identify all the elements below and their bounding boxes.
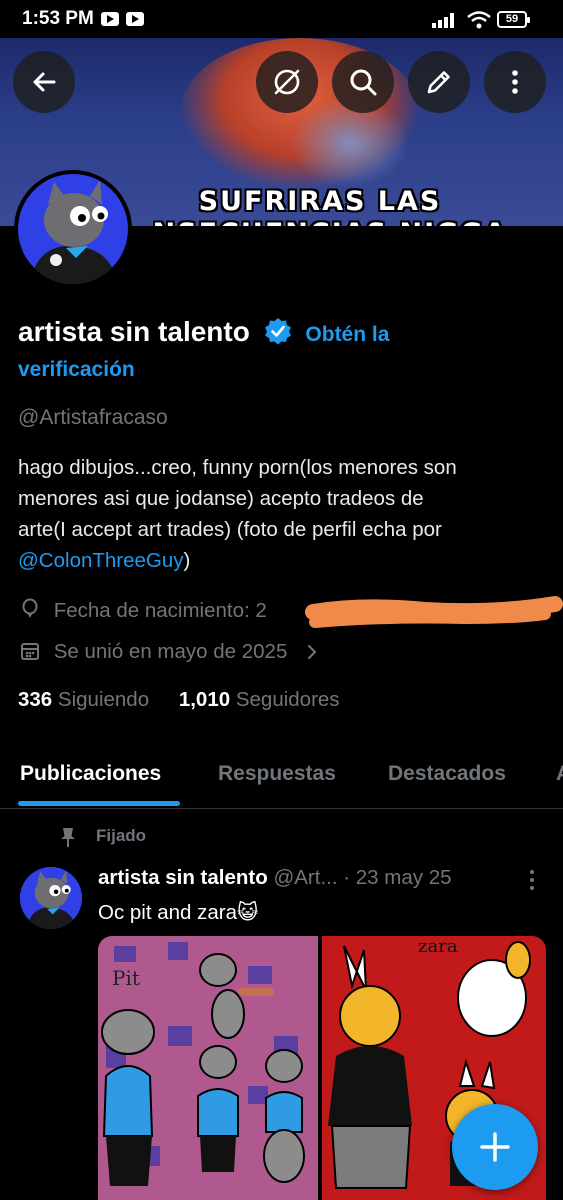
bio-line: arte(I accept art trades) (foto de perfi…: [18, 518, 442, 541]
cat-character-avatar: [32, 180, 116, 284]
post-text: Oc pit and zara😺: [98, 901, 259, 924]
status-bar: 1:53 PM 59: [0, 0, 563, 38]
followers-label: Seguidores: [235, 688, 340, 711]
profile-name-row: artista sin talento Obtén la: [18, 316, 389, 348]
verified-badge-icon: [264, 318, 291, 345]
youtube-notification-icon: [126, 12, 144, 26]
post-header: artista sin talento @Art... · 23 may 25: [98, 866, 452, 890]
balloon-icon: [22, 598, 38, 618]
banner-art: [290, 98, 410, 188]
pin-icon: [61, 828, 75, 847]
tab-replies[interactable]: Respuestas: [218, 762, 336, 786]
post-author-handle[interactable]: @Art...: [273, 866, 337, 889]
birthdate-text: Fecha de nacimiento: 2: [53, 599, 267, 622]
following-count: 336: [18, 688, 53, 711]
banner-line-2: NSECUENCIAS NIGGA: [110, 218, 550, 226]
tab-highlights[interactable]: Destacados: [388, 762, 506, 786]
plus-icon: [480, 1132, 510, 1162]
search-icon: [350, 69, 377, 96]
pinned-label: Fijado: [96, 826, 147, 845]
profile-name: artista sin talento: [18, 316, 250, 347]
back-button[interactable]: [13, 51, 75, 113]
youtube-notification-icon: [101, 12, 119, 26]
post-image-pit[interactable]: Pit: [98, 936, 318, 1200]
tab-more[interactable]: A: [556, 762, 563, 786]
wifi-icon: [467, 11, 491, 29]
image-caption-pit: Pit: [112, 966, 140, 990]
profile-avatar[interactable]: [14, 170, 132, 288]
profile-bio: hago dibujos...creo, funny porn(los meno…: [18, 452, 548, 576]
more-options-button[interactable]: [484, 51, 546, 113]
get-verified-link[interactable]: Obtén la: [305, 323, 389, 346]
bio-line: menores asi que jodanse) acepto tradeos …: [18, 487, 424, 510]
compose-post-button[interactable]: [452, 1104, 538, 1190]
redaction-scribble: [305, 596, 563, 628]
followers-link[interactable]: 1,010 Seguidores: [179, 688, 340, 711]
get-verified-link-cont[interactable]: verificación: [18, 358, 135, 382]
bio-line: hago dibujos...creo, funny porn(los meno…: [18, 456, 457, 479]
post-author-avatar[interactable]: [20, 867, 82, 929]
following-label: Siguiendo: [57, 688, 150, 711]
banner-line-1: SUFRIRAS LAS: [198, 186, 442, 217]
post-date[interactable]: · 23 may 25: [343, 866, 451, 889]
follow-stats: 336 Siguiendo 1,010 Seguidores: [18, 688, 340, 712]
calendar-icon: [21, 643, 39, 660]
grok-icon: [274, 69, 300, 95]
signal-icon: [432, 13, 454, 28]
banner-caption: SUFRIRAS LAS NSECUENCIAS NIGGA: [90, 186, 550, 226]
tab-posts[interactable]: Publicaciones: [20, 762, 161, 786]
following-link[interactable]: 336 Siguiendo: [18, 688, 149, 711]
profile-tabs: Publicaciones Respuestas Destacados A: [0, 748, 563, 809]
image-caption-zara: zara: [418, 936, 458, 957]
more-vertical-icon: [512, 70, 518, 94]
bio-mention-link[interactable]: @ColonThreeGuy: [18, 549, 184, 572]
chevron-right-icon[interactable]: [305, 644, 319, 660]
post-author-name[interactable]: artista sin talento: [98, 866, 268, 889]
joined-row: Se unió en mayo de 2025: [20, 640, 319, 664]
pencil-icon: [427, 71, 450, 94]
bio-text-end: ): [183, 549, 191, 572]
active-tab-indicator: [18, 801, 180, 806]
joined-text: Se unió en mayo de 2025: [53, 640, 288, 663]
grok-button[interactable]: [256, 51, 318, 113]
battery-indicator: 59: [497, 11, 530, 28]
followers-count: 1,010: [178, 688, 231, 711]
back-arrow-icon: [33, 72, 56, 92]
edit-button[interactable]: [408, 51, 470, 113]
status-time: 1:53 PM: [22, 8, 94, 29]
birthdate-row: Fecha de nacimiento: 2: [20, 598, 267, 623]
cat-character-avatar: [20, 867, 82, 929]
search-button[interactable]: [332, 51, 394, 113]
profile-handle: @Artistafracaso: [18, 406, 168, 429]
post-more-icon[interactable]: [524, 868, 540, 892]
